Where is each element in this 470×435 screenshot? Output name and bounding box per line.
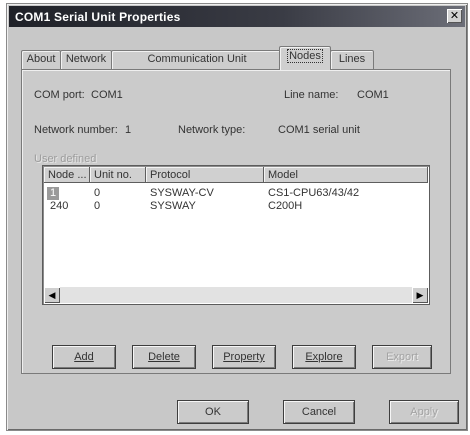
table-row[interactable]: 240 0 SYSWAY C200H — [44, 200, 404, 213]
title-bar[interactable]: COM1 Serial Unit Properties ✕ — [9, 6, 465, 27]
network-type-value: COM1 serial unit — [278, 124, 360, 136]
cell-model: C200H — [268, 200, 303, 212]
close-icon[interactable]: ✕ — [447, 9, 462, 23]
com-port-label: COM port: — [34, 89, 85, 101]
window-title: COM1 Serial Unit Properties — [15, 10, 181, 24]
line-name-value: COM1 — [357, 89, 389, 101]
add-button[interactable]: Add — [52, 345, 116, 369]
tab-communication-unit[interactable]: Communication Unit — [111, 50, 283, 69]
tab-lines[interactable]: Lines — [330, 50, 374, 69]
table-row[interactable]: 1 0 SYSWAY-CV CS1-CPU63/43/42 — [44, 187, 404, 200]
column-header-node[interactable]: Node ... — [44, 167, 90, 183]
network-type-label: Network type: — [178, 124, 246, 136]
tab-network[interactable]: Network — [60, 50, 112, 69]
list-header: Node ... Unit no. Protocol Model — [44, 167, 428, 184]
scroll-right-icon[interactable]: ▶ — [412, 287, 428, 303]
cancel-button[interactable]: Cancel — [283, 400, 355, 424]
delete-button[interactable]: Delete — [132, 345, 196, 369]
export-button[interactable]: Export — [372, 345, 432, 369]
scroll-left-icon[interactable]: ◀ — [44, 287, 60, 303]
line-name-label: Line name: — [284, 89, 339, 101]
cell-protocol: SYSWAY-CV — [150, 187, 214, 199]
cell-protocol: SYSWAY — [150, 200, 196, 212]
column-header-protocol[interactable]: Protocol — [146, 167, 264, 183]
property-button[interactable]: Property — [212, 345, 276, 369]
explore-button[interactable]: Explore — [292, 345, 356, 369]
nodes-tab-panel: COM port: COM1 Line name: COM1 Network n… — [21, 69, 451, 374]
apply-button[interactable]: Apply — [389, 400, 459, 424]
nodes-list[interactable]: Node ... Unit no. Protocol Model 1 0 SYS… — [42, 165, 430, 305]
cell-unit-no: 0 — [94, 187, 101, 199]
cell-node: 1 — [47, 187, 60, 200]
cell-unit-no: 0 — [94, 200, 101, 212]
network-number-label: Network number: — [34, 124, 118, 136]
horizontal-scrollbar[interactable]: ◀ ▶ — [44, 287, 428, 303]
tab-about[interactable]: About — [21, 50, 61, 69]
column-header-model[interactable]: Model — [264, 167, 428, 183]
tab-nodes[interactable]: Nodes — [279, 46, 331, 70]
cell-model: CS1-CPU63/43/42 — [268, 187, 360, 199]
column-header-unit-no[interactable]: Unit no. — [90, 167, 146, 183]
properties-dialog: COM1 Serial Unit Properties ✕ About Netw… — [6, 3, 468, 431]
ok-button[interactable]: OK — [177, 400, 249, 424]
network-number-value: 1 — [125, 124, 132, 136]
user-defined-label: User defined — [34, 153, 97, 165]
com-port-value: COM1 — [91, 89, 123, 101]
cell-node: 240 — [50, 200, 69, 212]
